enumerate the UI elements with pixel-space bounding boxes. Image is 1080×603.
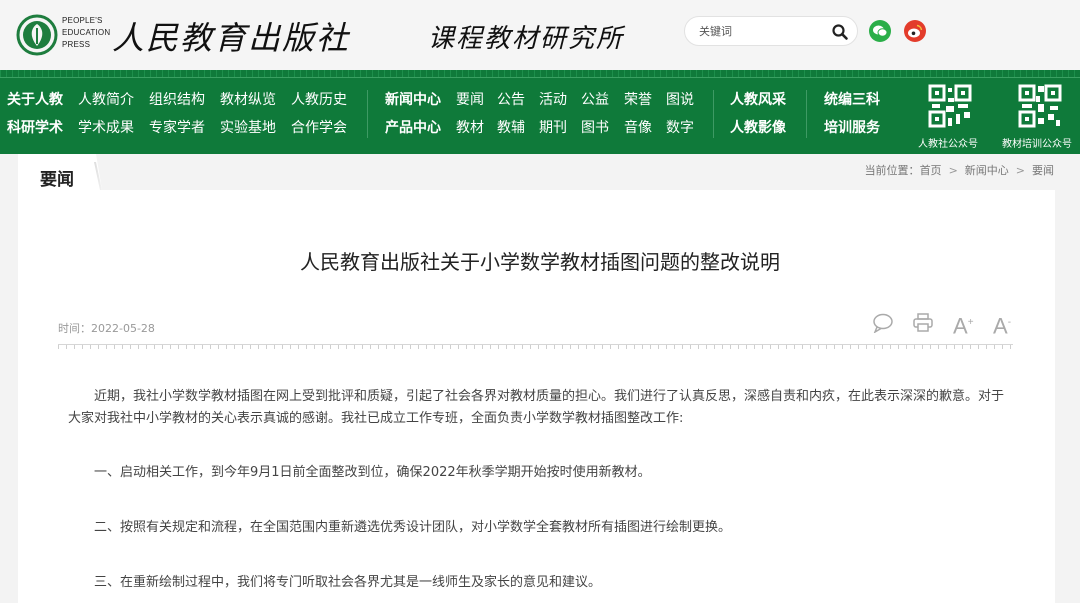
sub-brand-name[interactable]: 课程教材研究所: [428, 18, 624, 55]
font-decrease-label: A: [993, 313, 1008, 339]
nav-item-news-center[interactable]: 新闻中心: [385, 86, 441, 114]
nav-item-aids[interactable]: 教辅: [497, 114, 525, 142]
breadcrumb-home[interactable]: 首页: [920, 164, 942, 177]
nav-item-org[interactable]: 组织结构: [149, 86, 205, 114]
article-paragraph: 一、启动相关工作，到今年9月1日前全面整改到位，确保2022年秋季学期开始按时使…: [94, 465, 651, 480]
nav-item-about[interactable]: 关于人教: [7, 86, 63, 114]
logo-line: PEOPLE'S: [62, 16, 103, 25]
section-tab-label: 要闻: [40, 170, 74, 190]
nav-item-books[interactable]: 图书: [581, 114, 609, 142]
nav-divider: [367, 90, 368, 138]
article-paragraph: 三、在重新绘制过程中，我们将专门听取社会各界尤其是一线师生及家长的意见和建议。: [94, 575, 602, 590]
wechat-icon[interactable]: [869, 20, 891, 42]
nav-item-intro[interactable]: 人教简介: [78, 86, 134, 114]
nav-item-experts[interactable]: 专家学者: [149, 114, 205, 142]
breadcrumb-prefix: 当前位置：: [864, 164, 920, 177]
nav-divider: [713, 90, 714, 138]
minus-icon: -: [1007, 317, 1012, 328]
qr-label-pep: 人教社公众号: [918, 139, 978, 150]
nav-item-headlines[interactable]: 要闻: [456, 86, 484, 114]
nav-item-products[interactable]: 产品中心: [385, 114, 441, 142]
nav-item-societies[interactable]: 合作学会: [291, 114, 347, 142]
nav-item-training[interactable]: 培训服务: [824, 114, 880, 142]
nav-item-style[interactable]: 人教风采: [730, 86, 786, 114]
breadcrumb-separator: >: [948, 164, 958, 177]
nav-item-pictures[interactable]: 图说: [666, 86, 694, 114]
breadcrumb-news-center[interactable]: 新闻中心: [965, 164, 1009, 177]
nav-item-materials[interactable]: 教材: [456, 114, 484, 142]
logo-line: PRESS: [62, 40, 91, 49]
article-divider: [58, 344, 1013, 352]
nav-item-events[interactable]: 活动: [539, 86, 567, 114]
qr-code-icon[interactable]: [928, 84, 972, 128]
article-title: 人民教育出版社关于小学数学教材插图问题的整改说明: [300, 250, 780, 274]
nav-item-bases[interactable]: 实验基地: [220, 114, 276, 142]
site-header: PEOPLE'S EDUCATION PRESS 人民教育出版社 课程教材研究所: [0, 0, 1080, 70]
search-input[interactable]: [699, 22, 827, 40]
nav-item-digital[interactable]: 数字: [666, 114, 694, 142]
search-box: [684, 16, 858, 46]
print-icon[interactable]: [912, 313, 934, 333]
nav-item-achievements[interactable]: 学术成果: [78, 114, 134, 142]
nav-item-history[interactable]: 人教历史: [291, 86, 347, 114]
nav-divider: [806, 90, 807, 138]
search-icon[interactable]: [831, 23, 849, 41]
nav-item-notice[interactable]: 公告: [497, 86, 525, 114]
weibo-icon[interactable]: [904, 20, 926, 42]
qr-label-training: 教材培训公众号: [1002, 139, 1072, 150]
nav-item-charity[interactable]: 公益: [581, 86, 609, 114]
logo-english-text: PEOPLE'S EDUCATION PRESS: [62, 15, 110, 51]
nav-item-honor[interactable]: 荣誉: [624, 86, 652, 114]
article-paragraph: 二、按照有关规定和流程，在全国范围内重新遴选优秀设计团队，对小学数学全套教材所有…: [94, 520, 732, 535]
nav-item-textbooks[interactable]: 教材纵览: [220, 86, 276, 114]
main-nav: 关于人教 人教简介 组织结构 教材纵览 人教历史 新闻中心 要闻 公告 活动 公…: [0, 70, 1080, 154]
font-increase-label: A: [953, 313, 968, 339]
pep-logo-icon[interactable]: [16, 14, 58, 56]
article-paragraph: 近期，我社小学数学教材插图在网上受到批评和质疑，引起了社会各界对教材质量的担心。…: [68, 389, 1005, 426]
nav-item-unified[interactable]: 统编三科: [824, 86, 880, 114]
logo-line: EDUCATION: [62, 28, 111, 37]
nav-item-research[interactable]: 科研学术: [7, 114, 63, 142]
comment-icon[interactable]: [872, 313, 894, 333]
nav-item-media[interactable]: 音像: [624, 114, 652, 142]
breadcrumb-separator: >: [1015, 164, 1025, 177]
nav-item-video[interactable]: 人教影像: [730, 114, 786, 142]
breadcrumb: 当前位置：首页 > 新闻中心 > 要闻: [865, 162, 1054, 178]
font-decrease-button[interactable]: A-: [993, 312, 1011, 337]
nav-ruler-decoration: [0, 70, 1080, 78]
plus-icon: +: [967, 317, 974, 328]
article-time: 时间：2022-05-28: [58, 322, 155, 335]
breadcrumb-current[interactable]: 要闻: [1032, 164, 1054, 177]
brand-name[interactable]: 人民教育出版社: [112, 13, 350, 59]
font-increase-button[interactable]: A+: [953, 312, 974, 337]
nav-item-journals[interactable]: 期刊: [539, 114, 567, 142]
qr-code-icon[interactable]: [1018, 84, 1062, 128]
